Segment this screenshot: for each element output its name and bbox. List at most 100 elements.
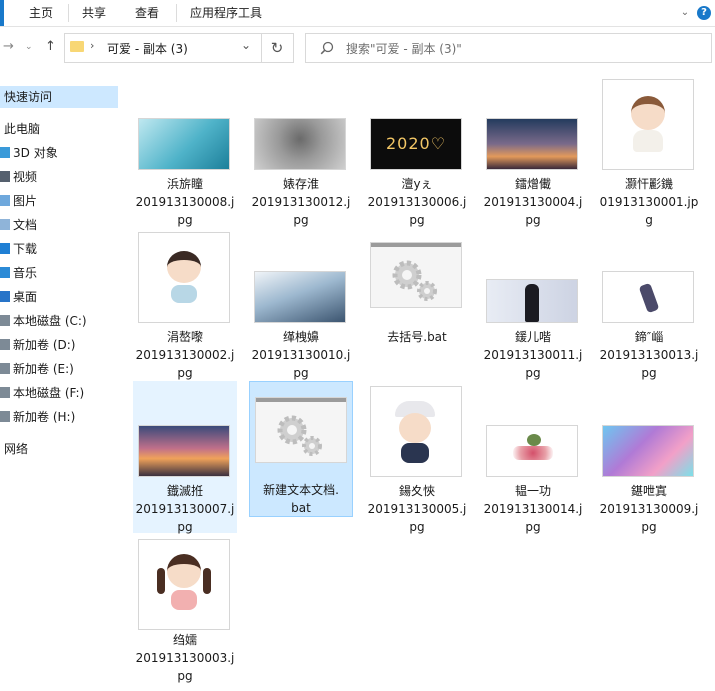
file-tile[interactable]: 2020♡ 澶уぇ 201913130006.j pg <box>365 74 469 227</box>
file-name-line2: 201913130004.j <box>483 195 583 209</box>
address-row: → ⌄ ↑ › 可爱 - 副本 (3) ⌄ ↻ 搜索"可爱 - 副本 (3)" <box>0 27 715 67</box>
tab-share[interactable]: 共享 <box>82 4 106 22</box>
sidebar-item-label: 新加卷 (H:) <box>13 410 76 424</box>
file-name-line2: 201913130003.j <box>135 651 235 665</box>
file-name-line2: 201913130012.j <box>251 195 351 209</box>
gear-icon <box>371 243 461 307</box>
file-name: 浜旂瞳 201913130008.j pg <box>133 175 237 229</box>
file-name-line3: pg <box>641 366 657 380</box>
file-tile[interactable]: 灏忓彲鐖 01913130001.jp g <box>597 74 701 227</box>
chevron-down-icon[interactable]: ⌄ <box>241 38 251 52</box>
image-thumbnail <box>603 80 693 169</box>
sidebar-item-drive-h[interactable]: 新加卷 (H:) <box>0 406 118 428</box>
file-name-line3: pg <box>409 213 425 227</box>
image-thumbnail <box>603 426 693 476</box>
file-name-line1: 灏忓彲鐖 <box>624 177 673 191</box>
file-name-line2: bat <box>291 501 311 515</box>
sidebar-item-drive-d[interactable]: 新加卷 (D:) <box>0 334 118 356</box>
sidebar-item-label: 桌面 <box>13 290 38 304</box>
file-name-line3: pg <box>409 520 425 534</box>
file-name-line3: pg <box>525 213 541 227</box>
file-name-line2: 201913130008.j <box>135 195 235 209</box>
file-tile[interactable]: 韫一功 201913130014.j pg <box>481 381 585 536</box>
file-tile[interactable]: 去括号.bat <box>365 227 469 379</box>
sidebar-item-desktop[interactable]: 桌面 <box>0 286 118 308</box>
file-name-line1: 涓嶅嚟 <box>166 330 203 344</box>
file-tile[interactable]: 婊存淮 201913130012.j pg <box>249 74 353 227</box>
forward-arrow-icon[interactable]: → <box>3 39 14 54</box>
navigation-pane: 快速访问 此电脑 3D 对象 视频 图片 文档 下载 音乐 桌面 本地磁盘 (C… <box>0 68 118 691</box>
image-thumbnail <box>487 119 577 169</box>
chevron-down-icon[interactable]: ⌄ <box>678 6 692 20</box>
image-thumbnail <box>603 272 693 322</box>
sidebar-item-this-pc[interactable]: 此电脑 <box>0 118 118 140</box>
bat-file-icon <box>256 398 346 462</box>
sidebar-item-label: 此电脑 <box>4 122 41 136</box>
sidebar-item-label: 视频 <box>13 170 38 184</box>
sidebar-item-label: 新加卷 (E:) <box>13 362 74 376</box>
sidebar-item-label: 本地磁盘 (C:) <box>13 314 87 328</box>
sidebar-item-drive-c[interactable]: 本地磁盘 (C:) <box>0 310 118 332</box>
tab-home[interactable]: 主页 <box>29 4 53 22</box>
tab-divider <box>176 4 177 22</box>
sidebar-item-downloads[interactable]: 下载 <box>0 238 118 260</box>
up-arrow-icon[interactable]: ↑ <box>45 39 56 54</box>
file-name-line1: 浜旂瞳 <box>166 177 203 191</box>
sidebar-item-documents[interactable]: 文档 <box>0 214 118 236</box>
file-name-line1: 鐡滅拰 <box>166 484 203 498</box>
sidebar-item-drive-e[interactable]: 新加卷 (E:) <box>0 358 118 380</box>
sidebar-item-3d-objects[interactable]: 3D 对象 <box>0 142 118 164</box>
file-name-line2: 201913130013.j <box>599 348 699 362</box>
file-tile[interactable]: 鐳熷儎 201913130004.j pg <box>481 74 585 227</box>
file-name: 去括号.bat <box>365 328 469 346</box>
drive-icon <box>0 339 10 350</box>
file-name: 婊存淮 201913130012.j pg <box>249 175 353 229</box>
tab-view[interactable]: 查看 <box>135 4 159 22</box>
refresh-icon: ↻ <box>270 39 284 57</box>
file-name-line3: pg <box>177 520 193 534</box>
file-name: 鍗″崰 201913130013.j pg <box>597 328 701 382</box>
address-bar[interactable]: › 可爱 - 副本 (3) ⌄ <box>64 33 262 63</box>
refresh-button[interactable]: ↻ <box>261 33 294 63</box>
file-name-line1: 澶уぇ <box>401 177 433 191</box>
file-name: 鍖呭寘 201913130009.j pg <box>597 482 701 536</box>
file-tile[interactable]: 鍚夊悏 201913130005.j pg <box>365 381 469 534</box>
file-tile[interactable]: 绉嬬 201913130003.j pg <box>133 534 237 691</box>
file-name-line1: 鍖呭寘 <box>630 484 667 498</box>
file-tile-hovered[interactable]: 鐡滅拰 201913130007.j pg <box>133 381 237 534</box>
sidebar-item-label: 新加卷 (D:) <box>13 338 76 352</box>
image-thumbnail <box>255 272 345 322</box>
file-tile[interactable]: 鍗″崰 201913130013.j pg <box>597 227 701 382</box>
file-tile[interactable]: 缂栧嬶 201913130010.j pg <box>249 227 353 382</box>
file-tab-accent[interactable] <box>0 0 4 26</box>
tab-app-tools[interactable]: 应用程序工具 <box>190 4 262 22</box>
file-tile[interactable]: 涓嶅嚟 201913130002.j pg <box>133 227 237 380</box>
file-tile-selected[interactable]: 新建文本文档. bat <box>249 381 353 517</box>
sidebar-item-drive-f[interactable]: 本地磁盘 (F:) <box>0 382 118 404</box>
sidebar-item-network[interactable]: 网络 <box>0 438 118 460</box>
sidebar-item-videos[interactable]: 视频 <box>0 166 118 188</box>
file-name: 韫一功 201913130014.j pg <box>481 482 585 536</box>
help-icon[interactable]: ? <box>697 6 711 20</box>
file-tile[interactable]: 浜旂瞳 201913130008.j pg <box>133 74 237 227</box>
image-thumbnail <box>487 426 577 476</box>
sidebar-item-quick-access[interactable]: 快速访问 <box>0 86 118 108</box>
file-tile[interactable]: 鍰儿喈 201913130011.j pg <box>481 227 585 380</box>
file-name: 缂栧嬶 201913130010.j pg <box>249 328 353 382</box>
file-name: 绉嬬 201913130003.j pg <box>133 631 237 685</box>
recent-dropdown-icon[interactable]: ⌄ <box>25 42 33 52</box>
search-placeholder: 搜索"可爱 - 副本 (3)" <box>346 42 462 56</box>
download-icon <box>0 243 10 254</box>
sidebar-item-pictures[interactable]: 图片 <box>0 190 118 212</box>
sidebar-item-music[interactable]: 音乐 <box>0 262 118 284</box>
picture-icon <box>0 195 10 206</box>
search-icon <box>320 41 334 55</box>
image-thumbnail <box>487 280 577 322</box>
search-input[interactable]: 搜索"可爱 - 副本 (3)" <box>305 33 712 63</box>
file-name-line1: 韫一功 <box>514 484 551 498</box>
file-name-line3: pg <box>177 669 193 683</box>
document-icon <box>0 219 10 230</box>
file-tile[interactable]: 鍖呭寘 201913130009.j pg <box>597 381 701 536</box>
file-name-line2: 201913130010.j <box>251 348 351 362</box>
bat-file-icon <box>371 243 461 307</box>
